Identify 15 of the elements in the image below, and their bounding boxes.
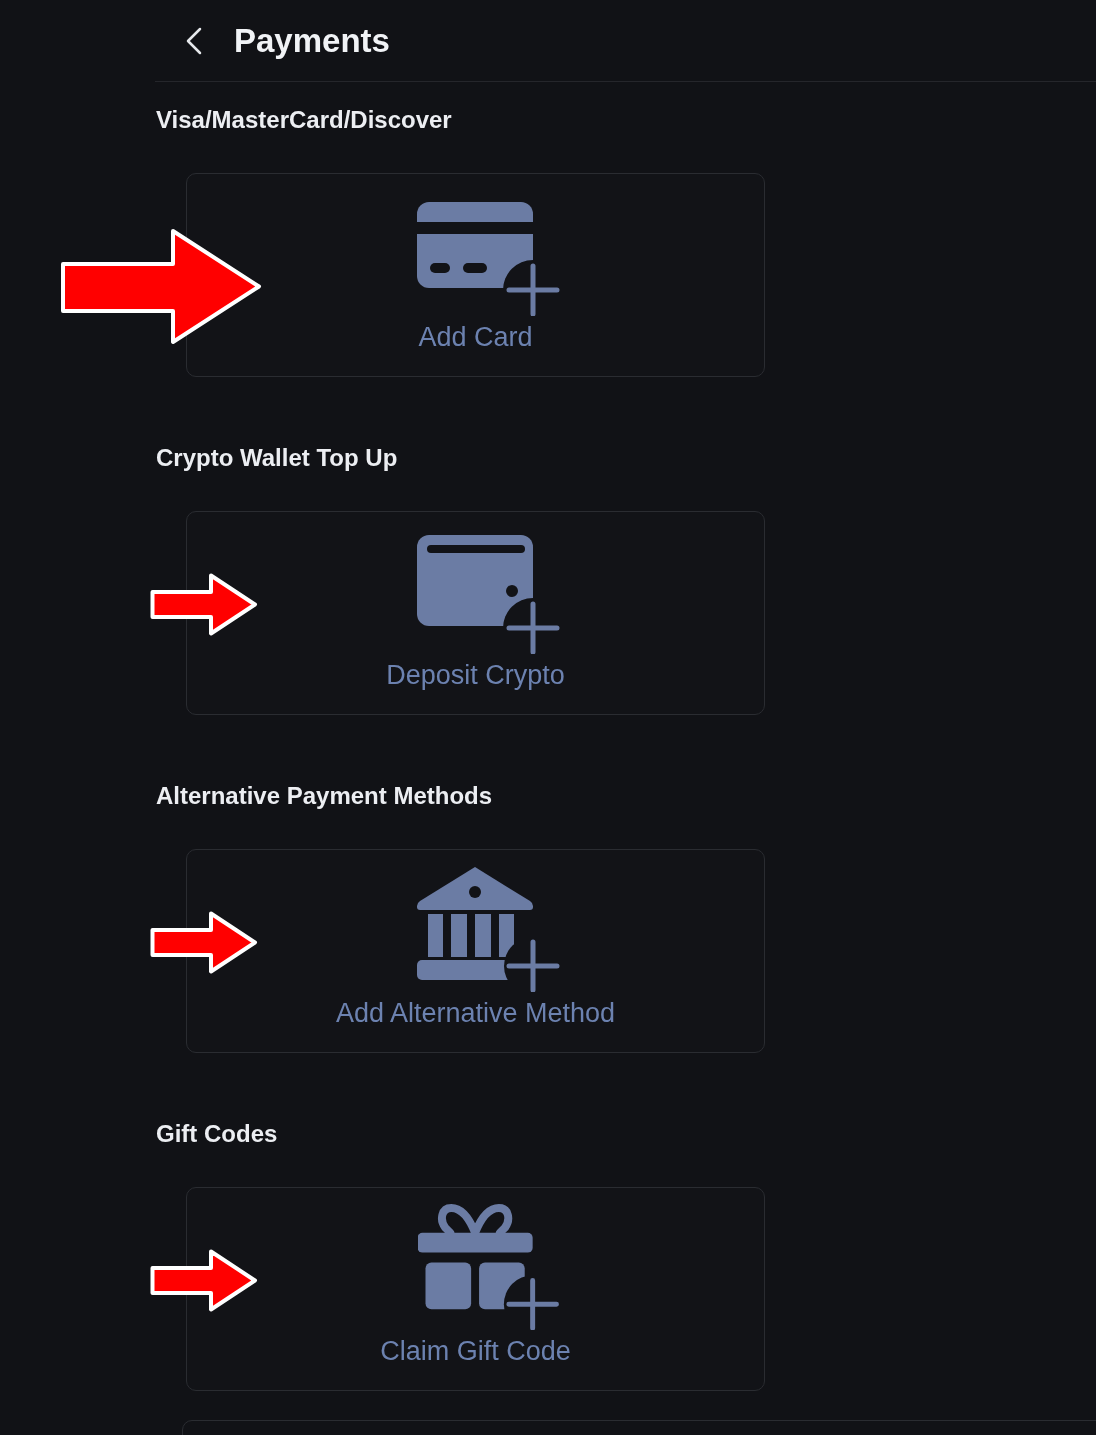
- deposit-crypto-button[interactable]: Deposit Crypto: [186, 511, 765, 715]
- page-title: Payments: [234, 20, 390, 61]
- section-title: Visa/MasterCard/Discover: [156, 106, 452, 134]
- claim-gift-button[interactable]: Claim Gift Code: [186, 1187, 765, 1391]
- bank-plus-icon: [417, 865, 560, 992]
- section-title: Crypto Wallet Top Up: [156, 444, 398, 472]
- add-method-button[interactable]: Add Alternative Method: [186, 849, 765, 1053]
- chevron-left-icon: [185, 26, 203, 55]
- credit-card-plus-icon: [417, 202, 560, 316]
- wallet-plus-icon: [417, 535, 560, 654]
- add-card-button[interactable]: Add Card: [186, 173, 765, 377]
- back-button[interactable]: [185, 26, 203, 55]
- gift-plus-icon: [417, 1202, 560, 1330]
- section-title: Alternative Payment Methods: [156, 782, 493, 810]
- section-title: Gift Codes: [156, 1120, 278, 1148]
